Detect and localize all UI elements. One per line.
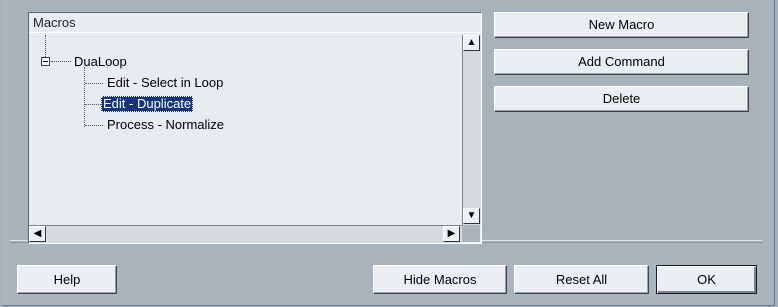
scroll-left-icon[interactable]: ◀ <box>29 226 46 242</box>
ok-button[interactable]: OK <box>656 265 757 294</box>
collapse-icon[interactable] <box>41 57 50 66</box>
scroll-down-icon[interactable]: ▼ <box>463 208 480 224</box>
scroll-up-icon[interactable]: ▲ <box>463 35 480 51</box>
scroll-right-icon[interactable]: ▶ <box>443 226 460 242</box>
vertical-scrollbar[interactable]: ▲ ▼ <box>462 35 481 225</box>
tree-connector-top <box>45 35 46 57</box>
delete-button[interactable]: Delete <box>494 86 749 112</box>
help-button[interactable]: Help <box>17 265 117 294</box>
tree-node-dualoop[interactable]: DuaLoop <box>72 54 129 70</box>
horizontal-scrollbar[interactable]: ◀ ▶ <box>29 225 462 243</box>
tree-node-edit-select-in-loop[interactable]: Edit - Select in Loop <box>105 75 225 91</box>
tree-node-process-normalize[interactable]: Process - Normalize <box>105 117 226 133</box>
header-divider <box>29 32 481 33</box>
tree-connector-root <box>51 61 71 62</box>
tree-connector-child-1 <box>85 83 103 84</box>
hide-macros-button[interactable]: Hide Macros <box>373 265 507 294</box>
scrollbar-corner <box>462 225 480 242</box>
tree-connector-child-3 <box>85 125 103 126</box>
reset-all-button[interactable]: Reset All <box>514 265 649 294</box>
macros-tree[interactable]: DuaLoop Edit - Select in Loop Edit - Dup… <box>29 35 462 225</box>
macros-tree-panel: Macros DuaLoop Edit - Select in Loop Edi… <box>28 12 482 244</box>
add-command-button[interactable]: Add Command <box>494 49 749 75</box>
tree-connector-children <box>84 67 85 127</box>
macros-header: Macros <box>33 15 76 30</box>
new-macro-button[interactable]: New Macro <box>494 12 749 38</box>
tree-connector-child-2 <box>85 104 101 105</box>
tree-node-edit-duplicate[interactable]: Edit - Duplicate <box>101 96 194 112</box>
